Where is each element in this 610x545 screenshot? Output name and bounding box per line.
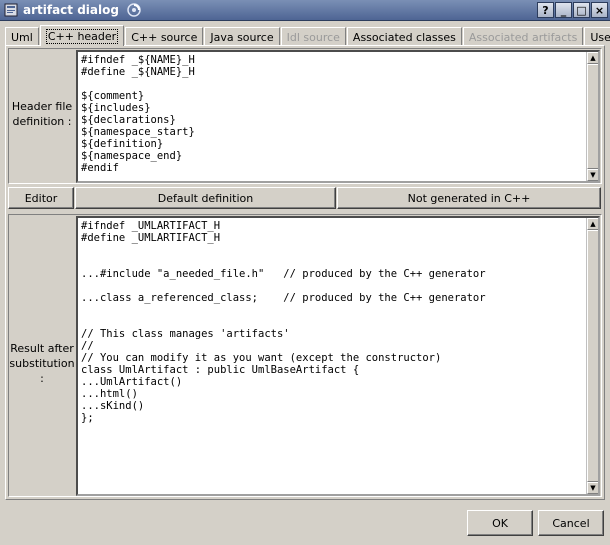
- tab-label: C++ source: [131, 30, 198, 44]
- ok-button[interactable]: OK: [467, 510, 533, 536]
- result-editor[interactable]: #ifndef _UMLARTIFACT_H #define _UMLARTIF…: [76, 216, 600, 496]
- tab-panel: Header file definition : #ifndef _${NAME…: [5, 45, 605, 500]
- editor-button[interactable]: Editor: [8, 187, 74, 209]
- app-menu-icon[interactable]: [3, 2, 19, 18]
- tab-label: Java source: [210, 30, 274, 44]
- tab-user[interactable]: User: [584, 27, 610, 46]
- tab-label: Uml: [11, 30, 33, 44]
- tab-label: User: [590, 30, 610, 44]
- header-definition-group: Header file definition : #ifndef _${NAME…: [8, 48, 602, 184]
- header-scrollbar[interactable]: ▲ ▼: [586, 52, 598, 181]
- tab-uml[interactable]: Uml: [5, 27, 39, 46]
- help-button[interactable]: ?: [537, 2, 554, 18]
- cancel-button[interactable]: Cancel: [538, 510, 604, 536]
- result-group: Result after substitution : #ifndef _UML…: [8, 214, 602, 497]
- header-definition-text[interactable]: #ifndef _${NAME}_H #define _${NAME}_H ${…: [78, 52, 598, 176]
- tab-idl-source[interactable]: Idl source: [280, 27, 346, 46]
- window-title: artifact dialog: [23, 3, 119, 17]
- close-button[interactable]: ×: [591, 2, 608, 18]
- scroll-down-button[interactable]: ▼: [587, 169, 598, 181]
- result-text: #ifndef _UMLARTIFACT_H #define _UMLARTIF…: [81, 220, 486, 424]
- result-label: Result after substitution :: [9, 342, 75, 385]
- swirl-icon: [125, 1, 143, 19]
- scroll-thumb[interactable]: [587, 230, 598, 482]
- tab-cpp-source[interactable]: C++ source: [125, 27, 204, 46]
- tab-cpp-header[interactable]: C++ header: [39, 25, 125, 46]
- tab-associated-artifacts[interactable]: Associated artifacts: [462, 27, 584, 46]
- tab-label: Associated classes: [352, 30, 456, 44]
- tab-label: Associated artifacts: [468, 30, 578, 44]
- minimize-button[interactable]: _: [555, 2, 572, 18]
- not-generated-button[interactable]: Not generated in C++: [337, 187, 601, 209]
- maximize-button[interactable]: □: [573, 2, 590, 18]
- scroll-up-button[interactable]: ▲: [587, 52, 598, 64]
- default-definition-button[interactable]: Default definition: [75, 187, 336, 209]
- scroll-down-button[interactable]: ▼: [587, 482, 598, 494]
- tab-bar: Uml C++ header C++ source Java source Id…: [5, 25, 610, 46]
- scroll-thumb[interactable]: [587, 64, 598, 169]
- tab-label: C++ header: [45, 28, 119, 44]
- scroll-up-button[interactable]: ▲: [587, 218, 598, 230]
- tab-java-source[interactable]: Java source: [204, 27, 280, 46]
- result-scrollbar[interactable]: ▲ ▼: [586, 218, 598, 494]
- header-definition-editor[interactable]: #ifndef _${NAME}_H #define _${NAME}_H ${…: [76, 50, 600, 183]
- header-definition-label: Header file definition :: [11, 100, 73, 128]
- tab-label: Idl source: [286, 30, 340, 44]
- tab-associated-classes[interactable]: Associated classes: [346, 27, 462, 46]
- title-bar[interactable]: artifact dialog ? _ □ ×: [0, 0, 610, 21]
